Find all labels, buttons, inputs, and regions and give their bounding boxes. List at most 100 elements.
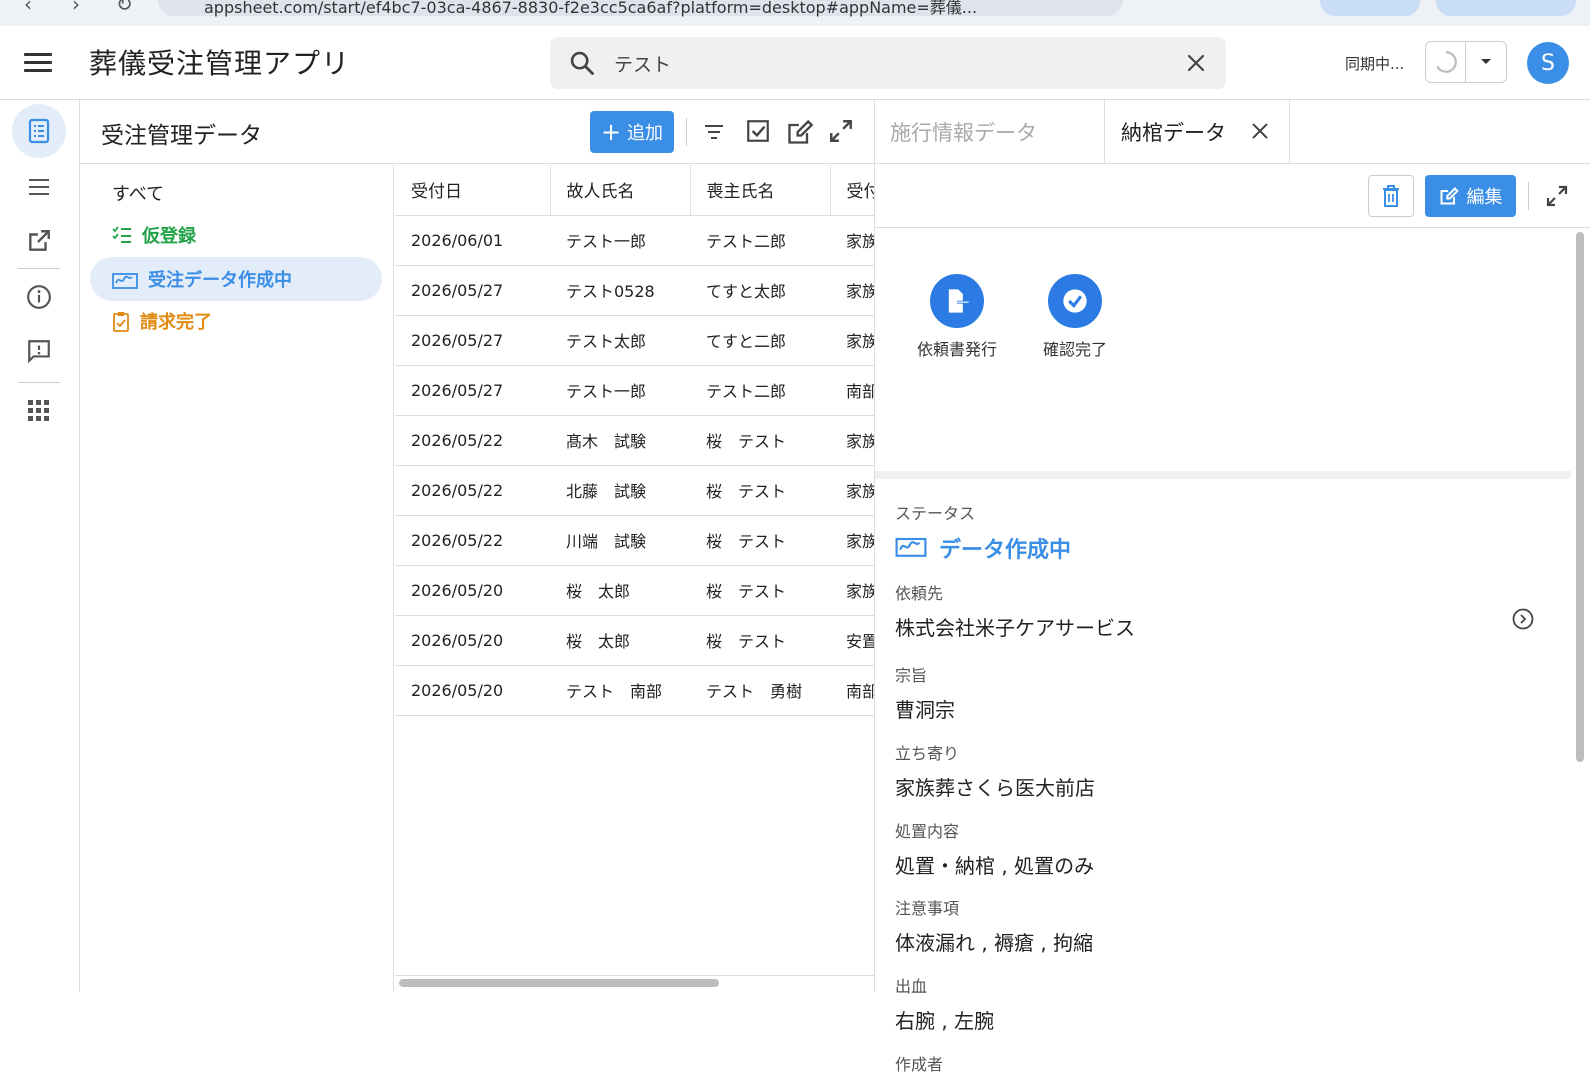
check-circle-icon bbox=[1048, 274, 1102, 328]
table-row[interactable]: 2026/05/22髙木 試験桜 テスト家族 bbox=[395, 415, 874, 466]
cell-deceased: 髙木 試験 bbox=[550, 415, 690, 466]
field-notes: 注意事項 体液漏れ , 褥瘡 , 拘縮 bbox=[895, 895, 1555, 956]
list-title: 受注管理データ bbox=[101, 123, 262, 149]
back-icon[interactable]: ‹ bbox=[24, 0, 32, 16]
feedback-icon[interactable] bbox=[12, 324, 66, 378]
scrollbar-thumb[interactable] bbox=[399, 979, 719, 987]
filter-billed[interactable]: 請求完了 bbox=[90, 299, 382, 343]
vertical-scrollbar[interactable] bbox=[1573, 230, 1587, 992]
cell-date: 2026/05/27 bbox=[395, 265, 550, 316]
expand-icon[interactable] bbox=[828, 118, 854, 144]
filter-provisional-label: 仮登録 bbox=[142, 226, 196, 247]
filter-provisional[interactable]: 仮登録 bbox=[90, 213, 382, 257]
cell-deceased: テスト一郎 bbox=[550, 215, 690, 266]
tab-construction-info[interactable]: 施行情報データ bbox=[890, 100, 1037, 164]
field-author-label: 作成者 bbox=[895, 1055, 944, 1074]
expand-icon[interactable] bbox=[1545, 184, 1569, 208]
cell-reception: 家族 bbox=[830, 215, 874, 266]
cell-chief-mourner: 桜 テスト bbox=[690, 515, 830, 566]
sync-dropdown-icon[interactable] bbox=[1466, 42, 1506, 82]
close-icon[interactable] bbox=[1249, 120, 1271, 142]
plus-icon: + bbox=[600, 118, 622, 146]
table-view-icon[interactable] bbox=[12, 104, 66, 158]
table-row[interactable]: 2026/05/27テスト一郎テスト二郎南部 bbox=[395, 365, 874, 416]
edit-button[interactable]: 編集 bbox=[1425, 175, 1516, 217]
sync-control[interactable] bbox=[1425, 41, 1507, 83]
profile-pill[interactable] bbox=[1320, 0, 1420, 16]
cell-reception: 安置 bbox=[830, 615, 874, 666]
issue-request-action[interactable]: 依頼書発行 bbox=[897, 274, 1017, 360]
field-sect: 宗旨 曹洞宗 bbox=[895, 662, 1555, 723]
cell-reception: 家族 bbox=[830, 565, 874, 616]
field-bleeding-label: 出血 bbox=[895, 977, 928, 996]
cell-deceased: テスト 南部 bbox=[550, 665, 690, 716]
filter-in-progress[interactable]: 受注データ作成中 bbox=[90, 257, 382, 301]
table-row[interactable]: 2026/05/22北藤 試験桜 テスト家族 bbox=[395, 465, 874, 516]
toolbar-divider bbox=[1528, 182, 1529, 210]
search-input[interactable] bbox=[614, 45, 1154, 81]
menu-icon[interactable] bbox=[24, 50, 52, 76]
open-external-icon[interactable] bbox=[12, 214, 66, 268]
scrollbar-thumb[interactable] bbox=[1576, 232, 1584, 762]
cell-date: 2026/05/22 bbox=[395, 415, 550, 466]
field-sect-value: 曹洞宗 bbox=[895, 698, 955, 722]
add-button-label: 追加 bbox=[627, 123, 664, 144]
tab-encoffin[interactable]: 納棺データ bbox=[1104, 100, 1290, 164]
cell-chief-mourner: 桜 テスト bbox=[690, 415, 830, 466]
info-icon[interactable] bbox=[12, 270, 66, 324]
issue-request-label: 依頼書発行 bbox=[916, 340, 997, 359]
list-view-icon[interactable] bbox=[12, 160, 66, 214]
column-header-chief-mourner[interactable]: 喪主氏名 bbox=[690, 165, 831, 216]
orders-table: 受付日 故人氏名 喪主氏名 受付 2026/06/01テスト一郎テスト二郎家族 … bbox=[395, 165, 874, 992]
table-row[interactable]: 2026/05/27テスト0528てすと太郎家族 bbox=[395, 265, 874, 316]
cell-chief-mourner: 桜 テスト bbox=[690, 565, 830, 616]
table-row[interactable]: 2026/05/20桜 太郎桜 テスト安置 bbox=[395, 615, 874, 666]
table-header-row: 受付日 故人氏名 喪主氏名 受付 bbox=[395, 165, 874, 216]
edit-icon bbox=[1440, 187, 1459, 205]
filter-icon[interactable] bbox=[703, 122, 725, 142]
field-treatment-value: 処置・納棺 , 処置のみ bbox=[895, 854, 1095, 878]
cell-date: 2026/05/20 bbox=[395, 615, 550, 666]
cell-date: 2026/05/27 bbox=[395, 315, 550, 366]
apps-grid-icon[interactable] bbox=[12, 384, 66, 438]
table-row[interactable]: 2026/05/20桜 太郎桜 テスト家族 bbox=[395, 565, 874, 616]
address-bar[interactable]: appsheet.com/start/ef4bc7-03ca-4867-8830… bbox=[158, 0, 1123, 17]
delete-button[interactable] bbox=[1368, 175, 1414, 217]
column-header-reception[interactable]: 受付 bbox=[830, 165, 874, 216]
confirm-complete-action[interactable]: 確認完了 bbox=[1015, 274, 1135, 360]
filter-all[interactable]: すべて bbox=[90, 171, 382, 215]
cell-chief-mourner: テスト 勇樹 bbox=[690, 665, 830, 716]
app-title: 葬儀受注管理アプリ bbox=[89, 47, 351, 80]
cell-deceased: 桜 太郎 bbox=[550, 615, 690, 666]
add-button[interactable]: + 追加 bbox=[590, 111, 674, 153]
table-row[interactable]: 2026/05/27テスト太郎てすと二郎家族 bbox=[395, 315, 874, 366]
column-header-date[interactable]: 受付日 bbox=[395, 165, 551, 216]
update-pill[interactable] bbox=[1436, 0, 1576, 16]
avatar[interactable]: S bbox=[1527, 42, 1569, 84]
field-client[interactable]: 依頼先 株式会社米子ケアサービス bbox=[895, 580, 1555, 641]
checkbox-select-icon[interactable] bbox=[745, 118, 771, 144]
file-export-icon bbox=[930, 274, 984, 328]
table-row[interactable]: 2026/05/20テスト 南部テスト 勇樹南部 bbox=[395, 665, 874, 716]
edit-button-label: 編集 bbox=[1466, 187, 1503, 208]
forward-icon[interactable]: › bbox=[72, 0, 80, 16]
address-url: appsheet.com/start/ef4bc7-03ca-4867-8830… bbox=[204, 0, 978, 17]
left-rail bbox=[0, 100, 80, 992]
reload-icon[interactable]: ↻ bbox=[116, 0, 133, 16]
navigate-arrow-icon[interactable] bbox=[1511, 607, 1535, 631]
horizontal-scrollbar[interactable] bbox=[395, 975, 874, 989]
status-value-text: データ作成中 bbox=[939, 538, 1072, 563]
cell-chief-mourner: テスト二郎 bbox=[690, 365, 830, 416]
table-row[interactable]: 2026/05/22川端 試験桜 テスト家族 bbox=[395, 515, 874, 566]
field-notes-value: 体液漏れ , 褥瘡 , 拘縮 bbox=[895, 931, 1094, 955]
edit-icon[interactable] bbox=[786, 118, 814, 146]
column-header-deceased[interactable]: 故人氏名 bbox=[550, 165, 691, 216]
sync-spinner-icon[interactable] bbox=[1426, 42, 1466, 82]
group-filter-panel: すべて 仮登録 受注データ作成中 請求完了 bbox=[80, 165, 394, 992]
field-client-value: 株式会社米子ケアサービス bbox=[895, 616, 1135, 640]
rail-divider bbox=[18, 382, 60, 383]
cell-chief-mourner: てすと二郎 bbox=[690, 315, 830, 366]
clear-search-icon[interactable] bbox=[1184, 51, 1208, 75]
table-row[interactable]: 2026/06/01テスト一郎テスト二郎家族 bbox=[395, 215, 874, 266]
cell-deceased: 北藤 試験 bbox=[550, 465, 690, 516]
